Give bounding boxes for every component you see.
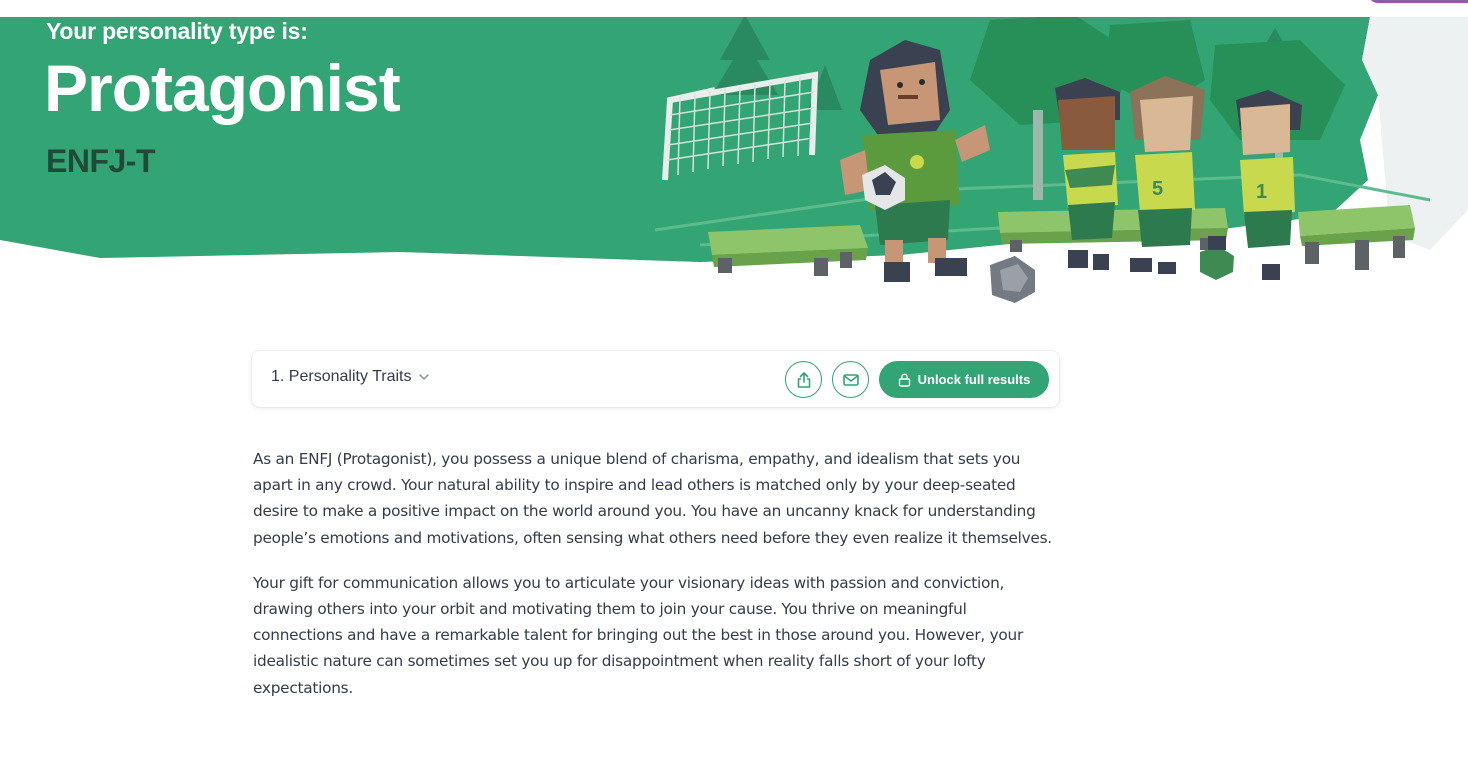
description-paragraph: Your gift for communication allows you t… bbox=[253, 573, 1023, 697]
section-dropdown-label: 1. Personality Traits bbox=[271, 368, 412, 385]
email-icon bbox=[842, 373, 859, 386]
section-dropdown[interactable]: 1. Personality Traits bbox=[271, 368, 430, 386]
lock-icon bbox=[898, 373, 910, 387]
description-paragraph: As an ENFJ (Protagonist), you possess a … bbox=[253, 450, 1052, 547]
hero-illustration: 5 1 bbox=[0, 15, 1468, 303]
hero-subtitle: Your personality type is: bbox=[46, 18, 308, 44]
unlock-button-label: Unlock full results bbox=[917, 372, 1031, 387]
hero-banner: 5 1 Your personality type is: Protagonis… bbox=[0, 0, 1468, 310]
svg-text:1: 1 bbox=[1256, 181, 1267, 203]
share-button[interactable] bbox=[785, 361, 822, 398]
chevron-down-icon bbox=[418, 374, 429, 381]
svg-text:5: 5 bbox=[1152, 178, 1163, 200]
top-bar bbox=[0, 0, 1468, 17]
personality-type-title: Protagonist bbox=[44, 51, 401, 125]
unlock-full-results-button[interactable]: Unlock full results bbox=[879, 361, 1049, 398]
result-description: As an ENFJ (Protagonist), you possess a … bbox=[253, 446, 1058, 720]
email-button[interactable] bbox=[832, 361, 869, 398]
share-icon bbox=[797, 371, 810, 388]
section-toolbar: 1. Personality Traits Unlock full result… bbox=[252, 351, 1059, 407]
account-pill[interactable] bbox=[1368, 0, 1468, 3]
personality-type-code: ENFJ-T bbox=[46, 143, 156, 179]
